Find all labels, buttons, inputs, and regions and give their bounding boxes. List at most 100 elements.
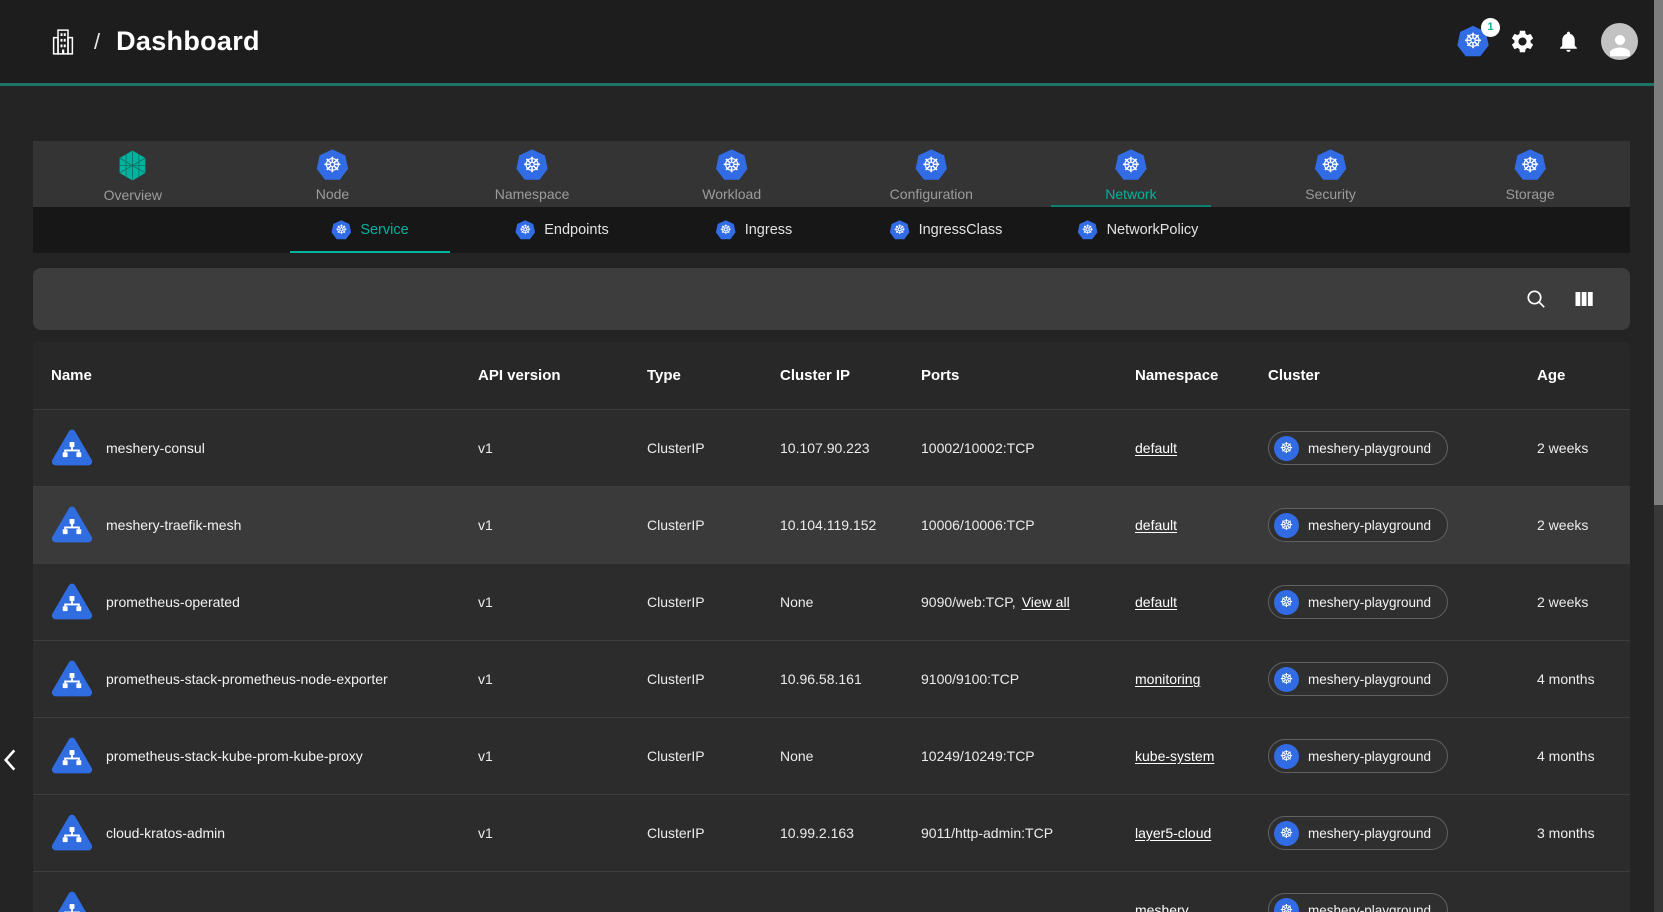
service-icon <box>51 812 93 854</box>
organization-icon[interactable] <box>48 26 78 58</box>
service-name: prometheus-stack-kube-prom-kube-proxy <box>106 748 363 764</box>
services-table: Name API version Type Cluster IP Ports N… <box>33 342 1630 912</box>
column-header-api-version[interactable]: API version <box>478 367 647 384</box>
view-all-link[interactable]: View all <box>1022 594 1070 610</box>
cell-age: 2 weeks <box>1537 517 1620 533</box>
tab-workload[interactable]: ☸ Workload <box>632 141 832 207</box>
column-header-type[interactable]: Type <box>647 367 780 384</box>
cluster-chip-label: meshery-playground <box>1308 518 1431 533</box>
cluster-chip-label: meshery-playground <box>1308 441 1431 456</box>
table-row[interactable]: prometheus-stack-kube-prom-kube-proxy v1… <box>33 717 1630 794</box>
settings-button[interactable] <box>1509 28 1536 55</box>
cell-cluster-ip: None <box>780 594 921 610</box>
kubernetes-icon: ☸ <box>1115 149 1147 181</box>
cell-age: 2 weeks <box>1537 594 1620 610</box>
cell-ports: 9100/9100:TCP <box>921 671 1019 687</box>
service-name: meshery-traefik-mesh <box>106 517 241 533</box>
column-header-ports[interactable]: Ports <box>921 367 1135 384</box>
namespace-link[interactable]: meshery <box>1135 902 1189 912</box>
cluster-chip[interactable]: ☸ meshery-playground <box>1268 739 1448 773</box>
cell-api-version: v1 <box>478 440 647 456</box>
column-header-namespace[interactable]: Namespace <box>1135 367 1268 384</box>
namespace-link[interactable]: default <box>1135 517 1177 533</box>
namespace-link[interactable]: kube-system <box>1135 748 1214 764</box>
cluster-chip[interactable]: ☸ meshery-playground <box>1268 662 1448 696</box>
cell-ports: 10249/10249:TCP <box>921 748 1035 764</box>
table-header-row: Name API version Type Cluster IP Ports N… <box>33 342 1630 409</box>
cluster-chip[interactable]: ☸ meshery-playground <box>1268 431 1448 465</box>
cell-type: ClusterIP <box>647 594 780 610</box>
meshery-logo-icon <box>116 149 149 182</box>
cluster-chip[interactable]: ☸ meshery-playground <box>1268 816 1448 850</box>
cluster-chip[interactable]: ☸ meshery-playground <box>1268 508 1448 542</box>
cluster-chip-label: meshery-playground <box>1308 749 1431 764</box>
kubernetes-icon: ☸ <box>515 220 535 240</box>
cell-ports: 9090/web:TCP, <box>921 594 1016 610</box>
kubernetes-icon: ☸ <box>1274 436 1299 461</box>
drawer-collapse-button[interactable] <box>1 744 21 776</box>
subtab-service[interactable]: ☸ Service <box>274 207 466 253</box>
subtab-ingress[interactable]: ☸ Ingress <box>658 207 850 253</box>
tab-label: Network <box>1105 186 1156 202</box>
namespace-link[interactable]: default <box>1135 594 1177 610</box>
kubernetes-icon: ☸ <box>516 149 548 181</box>
table-row[interactable]: meshery ☸ meshery-playground <box>33 871 1630 912</box>
table-toolbar <box>33 268 1630 330</box>
table-row[interactable]: meshery-consul v1 ClusterIP 10.107.90.22… <box>33 409 1630 486</box>
kubernetes-icon: ☸ <box>716 220 736 240</box>
chevron-left-icon <box>1 745 19 775</box>
notifications-button[interactable] <box>1556 29 1581 54</box>
cell-api-version: v1 <box>478 825 647 841</box>
cell-ports: 10006/10006:TCP <box>921 517 1035 533</box>
tab-configuration[interactable]: ☸ Configuration <box>832 141 1032 207</box>
meshery-dashboard: / Dashboard ☸ 1 <box>0 0 1663 912</box>
column-header-age[interactable]: Age <box>1537 367 1620 384</box>
cell-ports: 10002/10002:TCP <box>921 440 1035 456</box>
tab-label: Node <box>316 186 349 202</box>
cluster-chip[interactable]: ☸ meshery-playground <box>1268 893 1448 912</box>
tab-overview[interactable]: Overview <box>33 141 233 207</box>
subtab-endpoints[interactable]: ☸ Endpoints <box>466 207 658 253</box>
table-row[interactable]: prometheus-stack-prometheus-node-exporte… <box>33 640 1630 717</box>
subtab-label: Service <box>360 222 408 238</box>
search-icon <box>1524 287 1548 311</box>
column-header-cluster[interactable]: Cluster <box>1268 367 1537 384</box>
namespace-link[interactable]: monitoring <box>1135 671 1200 687</box>
table-row[interactable]: prometheus-operated v1 ClusterIP None 90… <box>33 563 1630 640</box>
namespace-link[interactable]: default <box>1135 440 1177 456</box>
kubernetes-icon: ☸ <box>1274 744 1299 769</box>
subtab-ingressclass[interactable]: ☸ IngressClass <box>850 207 1042 253</box>
table-row[interactable]: meshery-traefik-mesh v1 ClusterIP 10.104… <box>33 486 1630 563</box>
kubernetes-icon: ☸ <box>331 220 351 240</box>
service-name: prometheus-stack-prometheus-node-exporte… <box>106 671 388 687</box>
cluster-chip[interactable]: ☸ meshery-playground <box>1268 585 1448 619</box>
scrollbar-thumb[interactable] <box>1654 0 1663 505</box>
tab-security[interactable]: ☸ Security <box>1231 141 1431 207</box>
namespace-link[interactable]: layer5-cloud <box>1135 825 1211 841</box>
gear-icon <box>1509 28 1536 55</box>
service-icon <box>51 658 93 700</box>
kubernetes-icon: ☸ <box>316 149 348 181</box>
search-button[interactable] <box>1524 287 1548 311</box>
subtab-networkpolicy[interactable]: ☸ NetworkPolicy <box>1042 207 1234 253</box>
avatar[interactable] <box>1601 23 1638 60</box>
tab-namespace[interactable]: ☸ Namespace <box>432 141 632 207</box>
column-header-cluster-ip[interactable]: Cluster IP <box>780 367 921 384</box>
tab-label: Namespace <box>495 186 570 202</box>
view-columns-button[interactable] <box>1572 287 1596 311</box>
context-count-badge: 1 <box>1481 18 1500 37</box>
cell-type: ClusterIP <box>647 825 780 841</box>
tab-node[interactable]: ☸ Node <box>233 141 433 207</box>
column-header-name[interactable]: Name <box>51 367 478 384</box>
kubernetes-icon: ☸ <box>1274 590 1299 615</box>
subtab-label: Endpoints <box>544 222 609 238</box>
cluster-context-button[interactable]: ☸ 1 <box>1457 26 1489 58</box>
breadcrumb-separator: / <box>94 29 100 55</box>
subtab-label: IngressClass <box>919 222 1003 238</box>
table-row[interactable]: cloud-kratos-admin v1 ClusterIP 10.99.2.… <box>33 794 1630 871</box>
resource-category-tabs: Overview ☸ Node ☸ Namespace ☸ Workload ☸… <box>33 141 1630 207</box>
scrollbar[interactable] <box>1654 0 1663 912</box>
view-columns-icon <box>1572 287 1596 311</box>
tab-storage[interactable]: ☸ Storage <box>1430 141 1630 207</box>
tab-network[interactable]: ☸ Network <box>1031 141 1231 207</box>
